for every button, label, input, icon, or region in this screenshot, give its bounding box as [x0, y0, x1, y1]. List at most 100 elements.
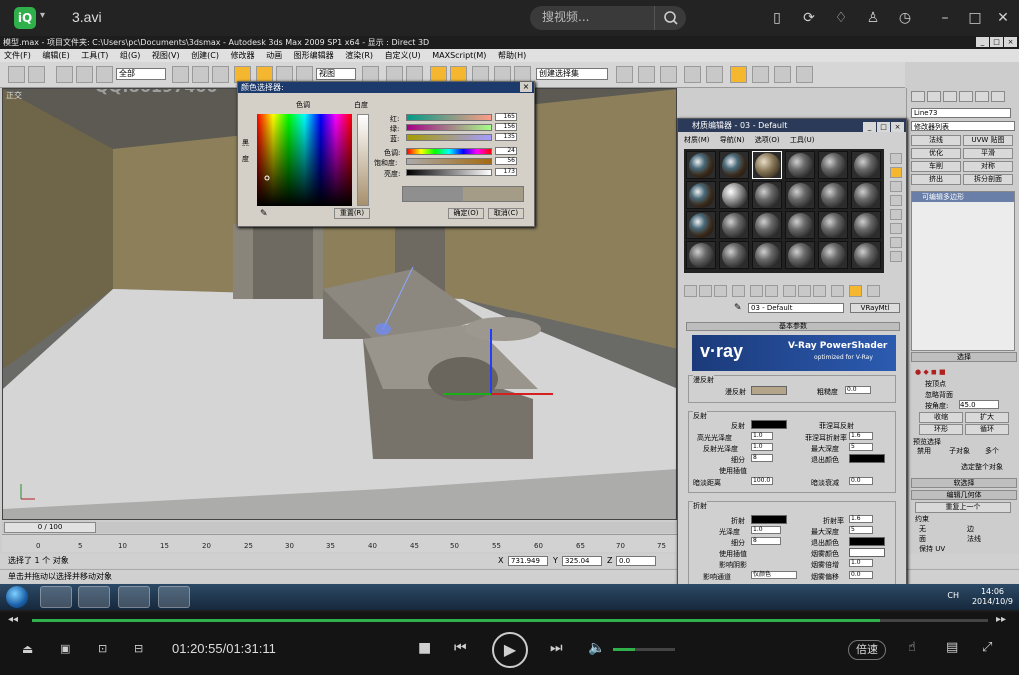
schematic-view-icon[interactable]	[706, 66, 723, 83]
progress-bar[interactable]	[32, 619, 988, 622]
symmetry-button[interactable]: 对称	[963, 161, 1013, 172]
normal-modifier-button[interactable]: 法线	[911, 135, 961, 146]
pick-material-icon[interactable]	[867, 285, 880, 297]
whiteness-slider[interactable]	[357, 114, 369, 206]
material-sample-slot[interactable]	[686, 151, 716, 179]
basic-params-rollout[interactable]: 基本参数	[686, 322, 900, 331]
material-type-button[interactable]: VRayMtl	[850, 303, 900, 313]
close-icon[interactable]: ✕	[994, 9, 1012, 27]
background-icon[interactable]	[890, 181, 902, 192]
player-logo[interactable]: iQ	[14, 7, 36, 29]
start-button[interactable]	[6, 586, 28, 608]
material-sample-slot[interactable]	[851, 211, 881, 239]
menu-group[interactable]: 组(G)	[120, 51, 140, 60]
constraint-normal-radio[interactable]: 法线	[967, 534, 981, 544]
fog-multiplier-field[interactable]: 1.0	[849, 559, 873, 567]
reference-coord-dropdown[interactable]: 视图	[316, 68, 356, 80]
split-profile-button[interactable]: 拆分剖面	[963, 174, 1013, 185]
display-tab-icon[interactable]	[975, 91, 989, 102]
sample-type-icon[interactable]	[890, 153, 902, 164]
subobject-icons[interactable]: ● ◆ ◼ ■	[915, 368, 946, 376]
dim-distance-field[interactable]: 100.0	[751, 477, 773, 485]
menu-graph-editors[interactable]: 图形编辑器	[294, 51, 334, 60]
select-by-material-icon[interactable]	[890, 251, 902, 262]
options-icon[interactable]	[890, 237, 902, 248]
coord-z-field[interactable]: 0.0	[616, 556, 656, 566]
dim-falloff-field[interactable]: 0.0	[849, 477, 873, 485]
refr-use-interp-checkbox[interactable]: 使用插值	[719, 549, 747, 559]
constraint-edge-radio[interactable]: 边	[967, 524, 974, 534]
put-to-library-icon[interactable]	[765, 285, 778, 297]
preserve-uv-checkbox[interactable]: 保持 UV	[919, 544, 945, 554]
undo-icon[interactable]	[8, 66, 25, 83]
material-sample-slot[interactable]	[851, 181, 881, 209]
refract-color-swatch[interactable]	[751, 515, 787, 524]
affect-shadows-checkbox[interactable]: 影响阴影	[719, 560, 747, 570]
material-sample-slot[interactable]	[851, 151, 881, 179]
select-rollout[interactable]: 选择	[911, 352, 1017, 362]
dim-distance-checkbox[interactable]: 暗淡距离	[693, 478, 721, 488]
show-end-result-icon[interactable]	[813, 285, 826, 297]
saturation-value[interactable]: 56	[495, 157, 517, 165]
snapshot-icon[interactable]: ⊟	[134, 642, 143, 655]
uvw-map-button[interactable]: UVW 贴图	[963, 135, 1013, 146]
modifier-stack[interactable]: 可编辑多边形	[911, 191, 1015, 351]
soft-selection-rollout[interactable]: 软选择	[911, 478, 1017, 488]
menu-utilities[interactable]: 工具(U)	[790, 136, 815, 144]
play-button[interactable]: ▶	[492, 632, 528, 668]
grow-button[interactable]: 扩大	[965, 412, 1009, 423]
close-icon[interactable]: ×	[520, 82, 532, 92]
video-color-check-icon[interactable]	[890, 209, 902, 220]
material-sample-slot[interactable]	[818, 211, 848, 239]
coord-x-field[interactable]: 731.949	[508, 556, 548, 566]
time-slider-thumb[interactable]: 0 / 100	[4, 522, 96, 533]
affect-channels-dropdown[interactable]: 仅颜色	[751, 571, 797, 579]
playback-speed-button[interactable]: 倍速	[848, 640, 886, 660]
redo-icon[interactable]	[28, 66, 45, 83]
select-object-icon[interactable]	[172, 66, 189, 83]
menu-create[interactable]: 创建(C)	[191, 51, 219, 60]
reflect-color-swatch[interactable]	[751, 420, 787, 429]
track-bar[interactable]: 0 5 10 15 20 25 30 35 40 45 50 55 60 65 …	[2, 534, 677, 552]
time-slider[interactable]: 0 / 100	[2, 522, 677, 533]
roughness-field[interactable]: 0.0	[845, 386, 871, 394]
red-slider[interactable]	[406, 114, 492, 121]
taskbar-app-explorer[interactable]	[78, 586, 110, 608]
fullscreen-icon[interactable]: ⤢	[982, 640, 992, 655]
material-sample-slot[interactable]	[686, 211, 716, 239]
menu-rendering[interactable]: 渲染(R)	[345, 51, 373, 60]
optimize-button[interactable]: 优化	[911, 148, 961, 159]
blue-value[interactable]: 135	[495, 133, 517, 141]
lathe-button[interactable]: 车削	[911, 161, 961, 172]
coord-y-field[interactable]: 325.04	[562, 556, 602, 566]
material-sample-slot[interactable]	[719, 151, 749, 179]
history-icon[interactable]: ◷	[896, 9, 914, 27]
put-to-scene-icon[interactable]	[699, 285, 712, 297]
refr-subdivs-field[interactable]: 8	[751, 537, 781, 545]
taskbar-app-eye[interactable]	[118, 586, 150, 608]
material-sample-slot[interactable]	[851, 241, 881, 269]
bind-space-warp-icon[interactable]	[96, 66, 113, 83]
green-value[interactable]: 156	[495, 123, 517, 131]
minimize-icon[interactable]: _	[976, 37, 989, 47]
named-selection-dropdown[interactable]: 创建选择集	[536, 68, 608, 80]
backlight-icon[interactable]	[890, 167, 902, 178]
material-sample-slot[interactable]	[818, 181, 848, 209]
material-sample-slot[interactable]	[719, 181, 749, 209]
preview-disable-radio[interactable]: 禁用	[917, 446, 931, 456]
rewind-icon[interactable]: ◂◂	[8, 614, 18, 625]
create-tab-icon[interactable]	[911, 91, 925, 102]
selection-filter-dropdown[interactable]: 全部	[116, 68, 166, 80]
eyedropper-icon[interactable]: ✎	[260, 209, 268, 219]
minimize-icon[interactable]: _	[863, 122, 876, 132]
screenshot-icon[interactable]: ⊡	[98, 642, 107, 655]
material-sample-slot[interactable]	[752, 211, 782, 239]
loop-button[interactable]: 循环	[965, 424, 1009, 435]
reset-map-icon[interactable]	[732, 285, 745, 297]
make-preview-icon[interactable]	[890, 223, 902, 234]
material-sample-slot[interactable]	[818, 241, 848, 269]
subdivs-field[interactable]: 8	[751, 454, 773, 462]
sync-icon[interactable]: ⟳	[800, 9, 818, 27]
fresnel-checkbox[interactable]: 菲涅耳反射	[819, 421, 854, 431]
by-angle-checkbox[interactable]: 按角度:	[925, 401, 948, 411]
